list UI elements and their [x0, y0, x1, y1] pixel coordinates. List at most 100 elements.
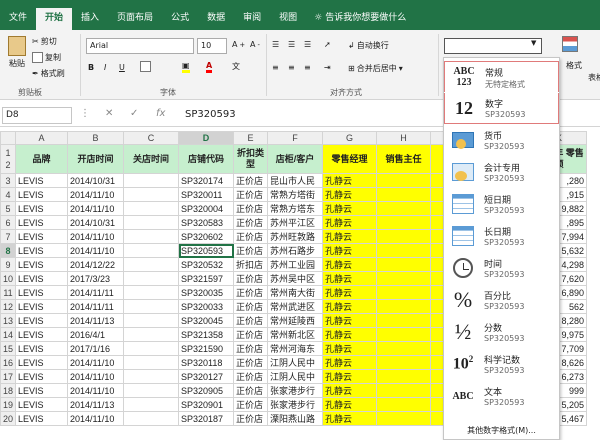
cell-brand[interactable]: LEVIS [15, 397, 69, 412]
cell-close-date[interactable] [123, 397, 180, 412]
cell-retail-manager[interactable]: 孔静云 [322, 411, 378, 426]
cell-discount-type[interactable]: 正价店 [233, 369, 269, 384]
cell-sales-supervisor[interactable] [376, 201, 432, 216]
row-header[interactable]: 9 [0, 257, 17, 272]
number-format-option[interactable]: 会计专用 SP320593 [444, 157, 559, 188]
conditional-format-button[interactable] [562, 36, 578, 52]
cell-store-code[interactable]: SP320602 [178, 229, 235, 244]
cell-store-customer[interactable]: 常熟方塔街 [267, 187, 324, 202]
cell-store-customer[interactable]: 溧阳燕山路 [267, 411, 324, 426]
grow-font-button[interactable]: A + [232, 40, 245, 49]
cell-brand[interactable]: LEVIS [15, 229, 69, 244]
cell-discount-type[interactable]: 正价店 [233, 383, 269, 398]
cell-store-code[interactable]: SP320011 [178, 187, 235, 202]
cell-brand[interactable]: LEVIS [15, 313, 69, 328]
cell-store-customer[interactable]: 江阴人民中 [267, 369, 324, 384]
column-header[interactable]: A [15, 131, 69, 145]
row-header[interactable]: 12 [0, 299, 17, 314]
column-header[interactable]: E [233, 131, 269, 145]
tab-page-layout[interactable]: 页面布局 [108, 8, 162, 30]
cell-close-date[interactable] [123, 369, 180, 384]
tab-file[interactable]: 文件 [0, 8, 36, 30]
tab-view[interactable]: 视图 [270, 8, 306, 30]
number-format-option[interactable]: 短日期 SP320593 [444, 189, 559, 220]
cell-retail-manager[interactable]: 孔静云 [322, 271, 378, 286]
cell-sales-supervisor[interactable] [376, 243, 432, 258]
cell-open-date[interactable]: 2014/11/13 [67, 397, 125, 412]
cell-discount-type[interactable]: 正价店 [233, 397, 269, 412]
cell-open-date[interactable]: 2016/4/1 [67, 327, 125, 342]
cell-sales-supervisor[interactable] [376, 313, 432, 328]
number-format-option[interactable]: ABC 123 常规 无特定格式 [444, 61, 559, 92]
cell-retail-manager[interactable]: 孔静云 [322, 327, 378, 342]
row-header[interactable]: 8 [0, 243, 17, 258]
cell-store-code[interactable]: SP320174 [178, 173, 235, 188]
cell-retail-manager[interactable]: 孔静云 [322, 243, 378, 258]
cell-close-date[interactable] [123, 411, 180, 426]
column-header[interactable]: G [322, 131, 378, 145]
align-left-button[interactable]: ≡ [272, 63, 279, 72]
row-header[interactable]: 19 [0, 397, 17, 412]
row-header[interactable]: 18 [0, 383, 17, 398]
borders-button[interactable] [140, 61, 151, 72]
cell-brand[interactable]: LEVIS [15, 411, 69, 426]
cell-sales-supervisor[interactable] [376, 271, 432, 286]
cell-retail-manager[interactable]: 孔静云 [322, 299, 378, 314]
number-format-option[interactable]: ½ 分数 SP320593 [444, 317, 559, 348]
cell-brand[interactable]: LEVIS [15, 327, 69, 342]
column-header[interactable]: B [67, 131, 125, 145]
select-all-corner[interactable] [0, 131, 17, 145]
italic-button[interactable]: I [104, 63, 106, 72]
cell-retail-manager[interactable]: 孔静云 [322, 229, 378, 244]
cell-store-customer[interactable]: 常州武进区 [267, 299, 324, 314]
bold-button[interactable]: B [88, 63, 94, 72]
row-header[interactable]: 14 [0, 327, 17, 342]
cell-discount-type[interactable]: 正价店 [233, 173, 269, 188]
cell-close-date[interactable] [123, 257, 180, 272]
cell-store-customer[interactable]: 苏州工业园 [267, 257, 324, 272]
row-header[interactable]: 17 [0, 369, 17, 384]
cell-store-code[interactable]: SP320901 [178, 397, 235, 412]
cell-retail-manager[interactable]: 孔静云 [322, 341, 378, 356]
cell-discount-type[interactable]: 正价店 [233, 271, 269, 286]
cell-sales-supervisor[interactable] [376, 229, 432, 244]
number-format-option[interactable]: ABC 文本 SP320593 [444, 381, 559, 412]
cell-close-date[interactable] [123, 271, 180, 286]
cell-open-date[interactable]: 2014/11/13 [67, 313, 125, 328]
cell-retail-manager[interactable]: 孔静云 [322, 313, 378, 328]
cell-brand[interactable]: LEVIS [15, 257, 69, 272]
cell-open-date[interactable]: 2014/12/22 [67, 257, 125, 272]
number-format-option[interactable]: 102 科学记数 SP320593 [444, 349, 559, 380]
align-center-button[interactable]: ≡ [288, 63, 295, 72]
cell-store-customer[interactable]: 江阴人民中 [267, 355, 324, 370]
cell-sales-supervisor[interactable] [376, 215, 432, 230]
cell-store-code[interactable]: SP320187 [178, 411, 235, 426]
align-top-button[interactable]: ☰ [272, 40, 279, 49]
wrap-text-button[interactable]: ↲ 自动换行 [348, 40, 389, 51]
cell-brand[interactable]: LEVIS [15, 243, 69, 258]
cell-open-date[interactable]: 2014/11/10 [67, 411, 125, 426]
tell-me-box[interactable]: ☼ 告诉我你想要做什么 [306, 8, 406, 30]
cell-store-code[interactable]: SP321358 [178, 327, 235, 342]
number-format-option[interactable]: 长日期 SP320593 [444, 221, 559, 252]
number-format-option[interactable]: 时间 SP320593 [444, 253, 559, 284]
cell-store-code[interactable]: SP320004 [178, 201, 235, 216]
format-as-table-label[interactable]: 格式 [566, 60, 582, 71]
cell-close-date[interactable] [123, 243, 180, 258]
header-cell[interactable]: 关店时间 [123, 144, 180, 174]
cell-retail-manager[interactable]: 孔静云 [322, 173, 378, 188]
insert-function-icon[interactable]: fx [156, 108, 165, 119]
cell-close-date[interactable] [123, 327, 180, 342]
cell-store-customer[interactable]: 昆山市人民 [267, 173, 324, 188]
cell-open-date[interactable]: 2014/11/11 [67, 299, 125, 314]
cell-close-date[interactable] [123, 173, 180, 188]
header-cell[interactable]: 零售经理 [322, 144, 378, 174]
cell-brand[interactable]: LEVIS [15, 215, 69, 230]
cell-open-date[interactable]: 2014/11/11 [67, 285, 125, 300]
cell-discount-type[interactable]: 正价店 [233, 229, 269, 244]
chevron-down-icon[interactable]: ▼ [531, 39, 536, 47]
cell-sales-supervisor[interactable] [376, 173, 432, 188]
cell-discount-type[interactable]: 正价店 [233, 313, 269, 328]
cell-close-date[interactable] [123, 201, 180, 216]
indent-button[interactable]: ⇥ [324, 63, 331, 72]
